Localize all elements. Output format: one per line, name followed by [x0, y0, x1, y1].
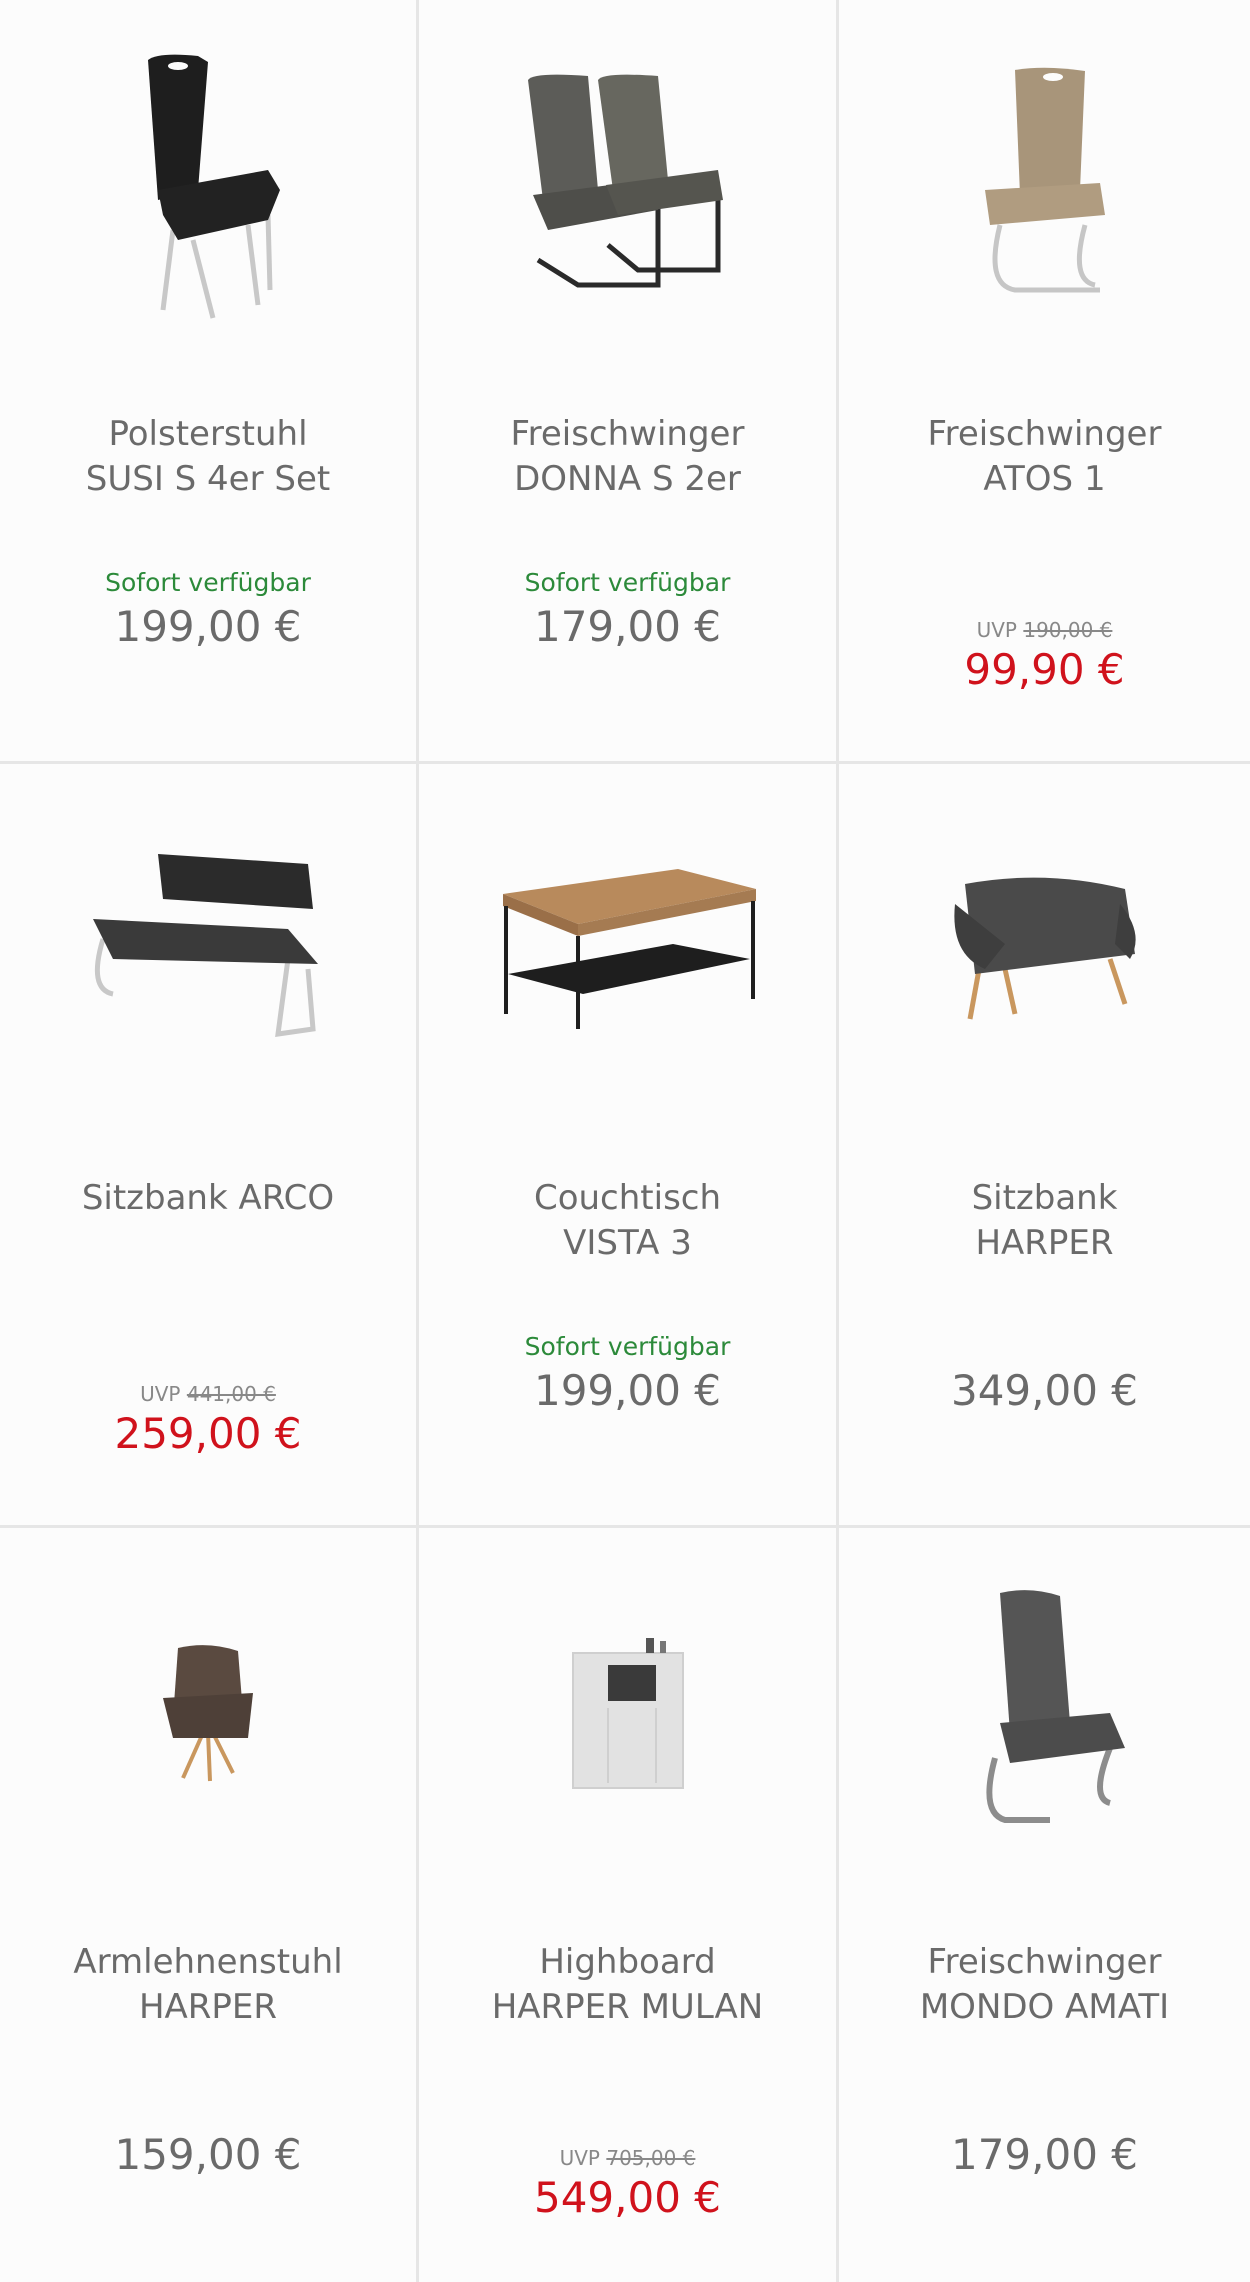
title-line-2: DONNA S 2er: [514, 459, 741, 499]
price-block: 349,00 €: [839, 1364, 1250, 1418]
uvp-price: UVP 441,00 €: [0, 1381, 416, 1407]
sale-price: 99,90 €: [964, 645, 1125, 694]
product-card-armlehnenstuhl[interactable]: Armlehnenstuhl HARPER 159,00 €: [0, 1528, 419, 2282]
price-block: 179,00 €: [839, 2128, 1250, 2182]
grey-upholstered-bench-icon: [953, 877, 1136, 1020]
product-title[interactable]: Armlehnenstuhl HARPER: [10, 1940, 406, 2030]
product-image[interactable]: [419, 1528, 836, 1898]
title-line-2: HARPER: [138, 1987, 278, 2027]
product-title[interactable]: Sitzbank ARCO: [10, 1176, 406, 1221]
product-image[interactable]: [419, 0, 836, 370]
price-block: 159,00 €: [0, 2128, 416, 2182]
title-line-1: Sitzbank ARCO: [81, 1178, 335, 1218]
uvp-label: UVP: [559, 2146, 600, 2170]
price-block: Sofort verfügbar 179,00 €: [419, 566, 836, 654]
sale-price: 259,00 €: [114, 1409, 302, 1458]
title-line-2: MONDO AMATI: [919, 1987, 1170, 2027]
title-line-1: Highboard: [539, 1942, 716, 1982]
price-block: UVP 190,00 € 99,90 €: [839, 617, 1250, 697]
title-line-2: SUSI S 4er Set: [85, 459, 331, 499]
brown-armchair-icon: [163, 1645, 253, 1782]
product-image[interactable]: [419, 764, 836, 1134]
uvp-old-price: 190,00 €: [1023, 618, 1113, 642]
title-line-1: Freischwinger: [927, 1942, 1162, 1982]
sale-price: 549,00 €: [533, 2173, 722, 2222]
wood-coffee-table-icon: [502, 869, 756, 1029]
price: 349,00 €: [950, 1366, 1139, 1415]
product-card-susi[interactable]: Polsterstuhl SUSI S 4er Set Sofort verfü…: [0, 0, 419, 764]
product-image[interactable]: [0, 764, 416, 1134]
title-line-2: HARPER MULAN: [491, 1987, 764, 2027]
product-card-highboard[interactable]: Highboard HARPER MULAN UVP 705,00 € 549,…: [419, 1528, 839, 2282]
title-line-1: Armlehnenstuhl: [73, 1942, 343, 1982]
product-card-sitzbank-harper[interactable]: Sitzbank HARPER 349,00 €: [839, 764, 1250, 1528]
uvp-price: UVP 190,00 €: [839, 617, 1250, 643]
price: 199,00 €: [114, 602, 302, 651]
product-grid: Polsterstuhl SUSI S 4er Set Sofort verfü…: [0, 0, 1250, 2282]
grey-cantilever-chairs-icon: [527, 74, 723, 288]
price-block: UVP 705,00 € 549,00 €: [419, 2145, 836, 2225]
title-line-1: Couchtisch: [533, 1178, 722, 1218]
availability-badge: Sofort verfügbar: [524, 568, 731, 597]
black-upholstered-chair-icon: [148, 54, 280, 319]
product-title[interactable]: Polsterstuhl SUSI S 4er Set: [10, 412, 406, 502]
title-line-1: Polsterstuhl: [108, 414, 308, 454]
white-highboard-icon: [571, 1638, 684, 1789]
product-title[interactable]: Freischwinger ATOS 1: [849, 412, 1240, 502]
product-card-vista[interactable]: Couchtisch VISTA 3 Sofort verfügbar 199,…: [419, 764, 839, 1528]
price-block: Sofort verfügbar 199,00 €: [419, 1330, 836, 1418]
uvp-label: UVP: [140, 1382, 181, 1406]
product-card-mondo[interactable]: Freischwinger MONDO AMATI 179,00 €: [839, 1528, 1250, 2282]
taupe-cantilever-chair-icon: [984, 67, 1105, 293]
product-title[interactable]: Freischwinger DONNA S 2er: [429, 412, 826, 502]
uvp-old-price: 441,00 €: [186, 1382, 276, 1406]
title-line-2: HARPER: [975, 1223, 1114, 1263]
price: 179,00 €: [950, 2130, 1139, 2179]
grey-cantilever-chair-icon: [985, 1590, 1125, 1823]
product-title[interactable]: Freischwinger MONDO AMATI: [849, 1940, 1240, 2030]
price: 159,00 €: [114, 2130, 302, 2179]
availability-badge: Sofort verfügbar: [105, 568, 311, 597]
uvp-old-price: 705,00 €: [606, 2146, 696, 2170]
product-card-donna[interactable]: Freischwinger DONNA S 2er Sofort verfügb…: [419, 0, 839, 764]
product-title[interactable]: Couchtisch VISTA 3: [429, 1176, 826, 1266]
black-bench-icon: [93, 854, 318, 1037]
title-line-1: Freischwinger: [510, 414, 745, 454]
product-card-arco[interactable]: Sitzbank ARCO UVP 441,00 € 259,00 €: [0, 764, 419, 1528]
title-line-1: Sitzbank: [971, 1178, 1118, 1218]
product-image[interactable]: [839, 1528, 1250, 1898]
price: 179,00 €: [533, 602, 722, 651]
uvp-label: UVP: [976, 618, 1017, 642]
product-image[interactable]: [0, 1528, 416, 1898]
title-line-2: ATOS 1: [983, 459, 1106, 499]
product-image[interactable]: [839, 764, 1250, 1134]
title-line-2: VISTA 3: [563, 1223, 692, 1263]
availability-badge: Sofort verfügbar: [524, 1332, 731, 1361]
product-title[interactable]: Sitzbank HARPER: [849, 1176, 1240, 1266]
price-block: UVP 441,00 € 259,00 €: [0, 1381, 416, 1461]
title-line-1: Freischwinger: [927, 414, 1162, 454]
product-image[interactable]: [839, 0, 1250, 370]
uvp-price: UVP 705,00 €: [419, 2145, 836, 2171]
price: 199,00 €: [533, 1366, 722, 1415]
product-image[interactable]: [0, 0, 416, 370]
product-card-atos[interactable]: Freischwinger ATOS 1 UVP 190,00 € 99,90 …: [839, 0, 1250, 764]
price-block: Sofort verfügbar 199,00 €: [0, 566, 416, 654]
product-title[interactable]: Highboard HARPER MULAN: [429, 1940, 826, 2030]
